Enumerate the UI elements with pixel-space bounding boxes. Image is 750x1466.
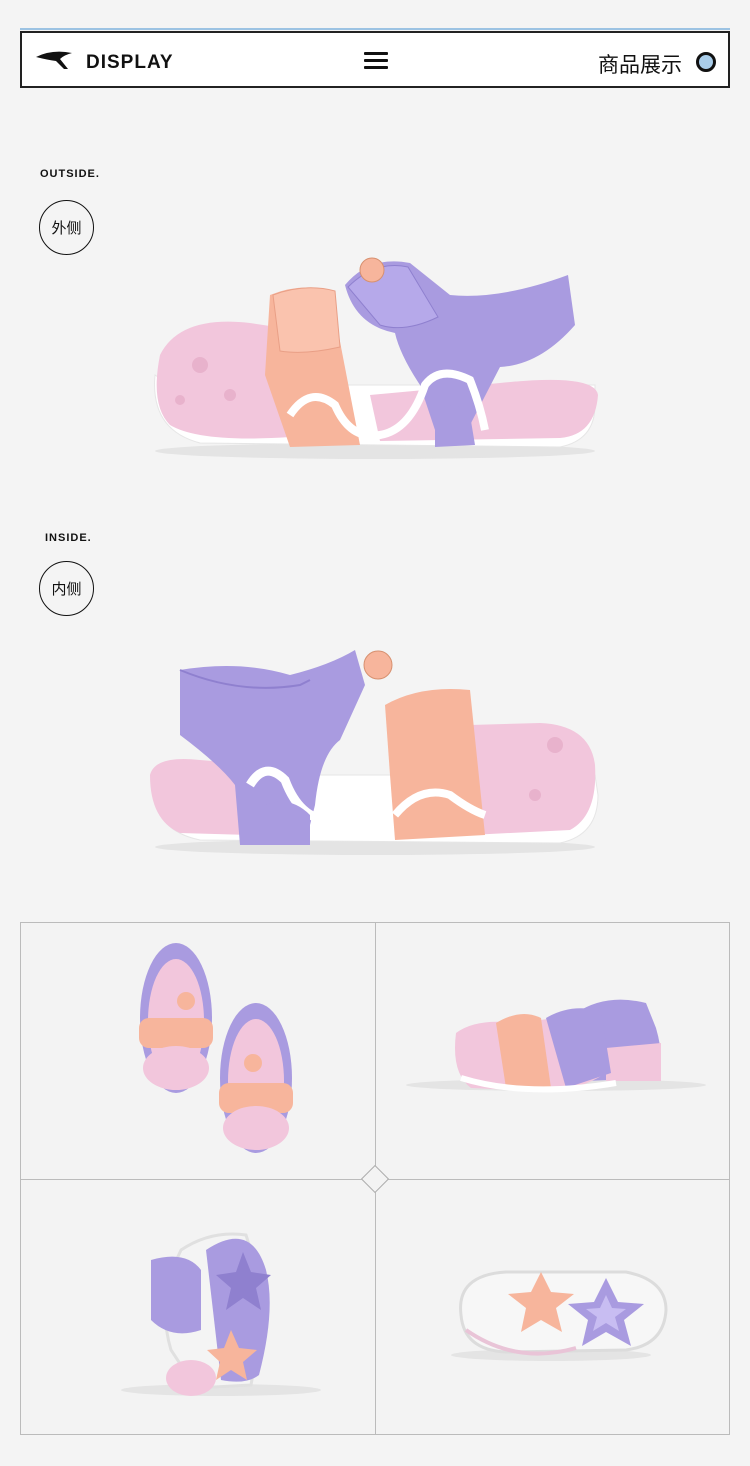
header-section-label: 商品展示 [598, 53, 682, 77]
inside-section-label: INSIDE. [45, 532, 92, 544]
top-nav-bar: DISPLAY 商品展示 [20, 31, 730, 88]
inside-view-sandal-image [150, 650, 599, 855]
anta-logo-icon[interactable] [34, 47, 74, 73]
page-title: DISPLAY [86, 52, 174, 73]
gallery-cell-top-view[interactable] [21, 923, 375, 1179]
heel-view-image [121, 1232, 321, 1396]
hamburger-menu-icon[interactable] [364, 52, 388, 70]
outside-section-label: OUTSIDE. [40, 168, 100, 180]
gallery-cell-heel-view[interactable] [21, 1180, 375, 1436]
top-accent-line [20, 28, 730, 30]
sole-view-image [451, 1270, 668, 1361]
pair-side-view-image [406, 999, 706, 1093]
indicator-circle-icon[interactable] [696, 52, 716, 72]
product-gallery-grid [20, 922, 730, 1435]
gallery-cell-pair-view[interactable] [376, 923, 730, 1179]
gallery-cell-sole-view[interactable] [376, 1180, 730, 1436]
inside-circle-badge: 内侧 [39, 561, 94, 616]
outside-view-sandal-image [154, 257, 598, 459]
top-view-sandals-image [139, 943, 293, 1153]
outside-circle-badge: 外侧 [39, 200, 94, 255]
